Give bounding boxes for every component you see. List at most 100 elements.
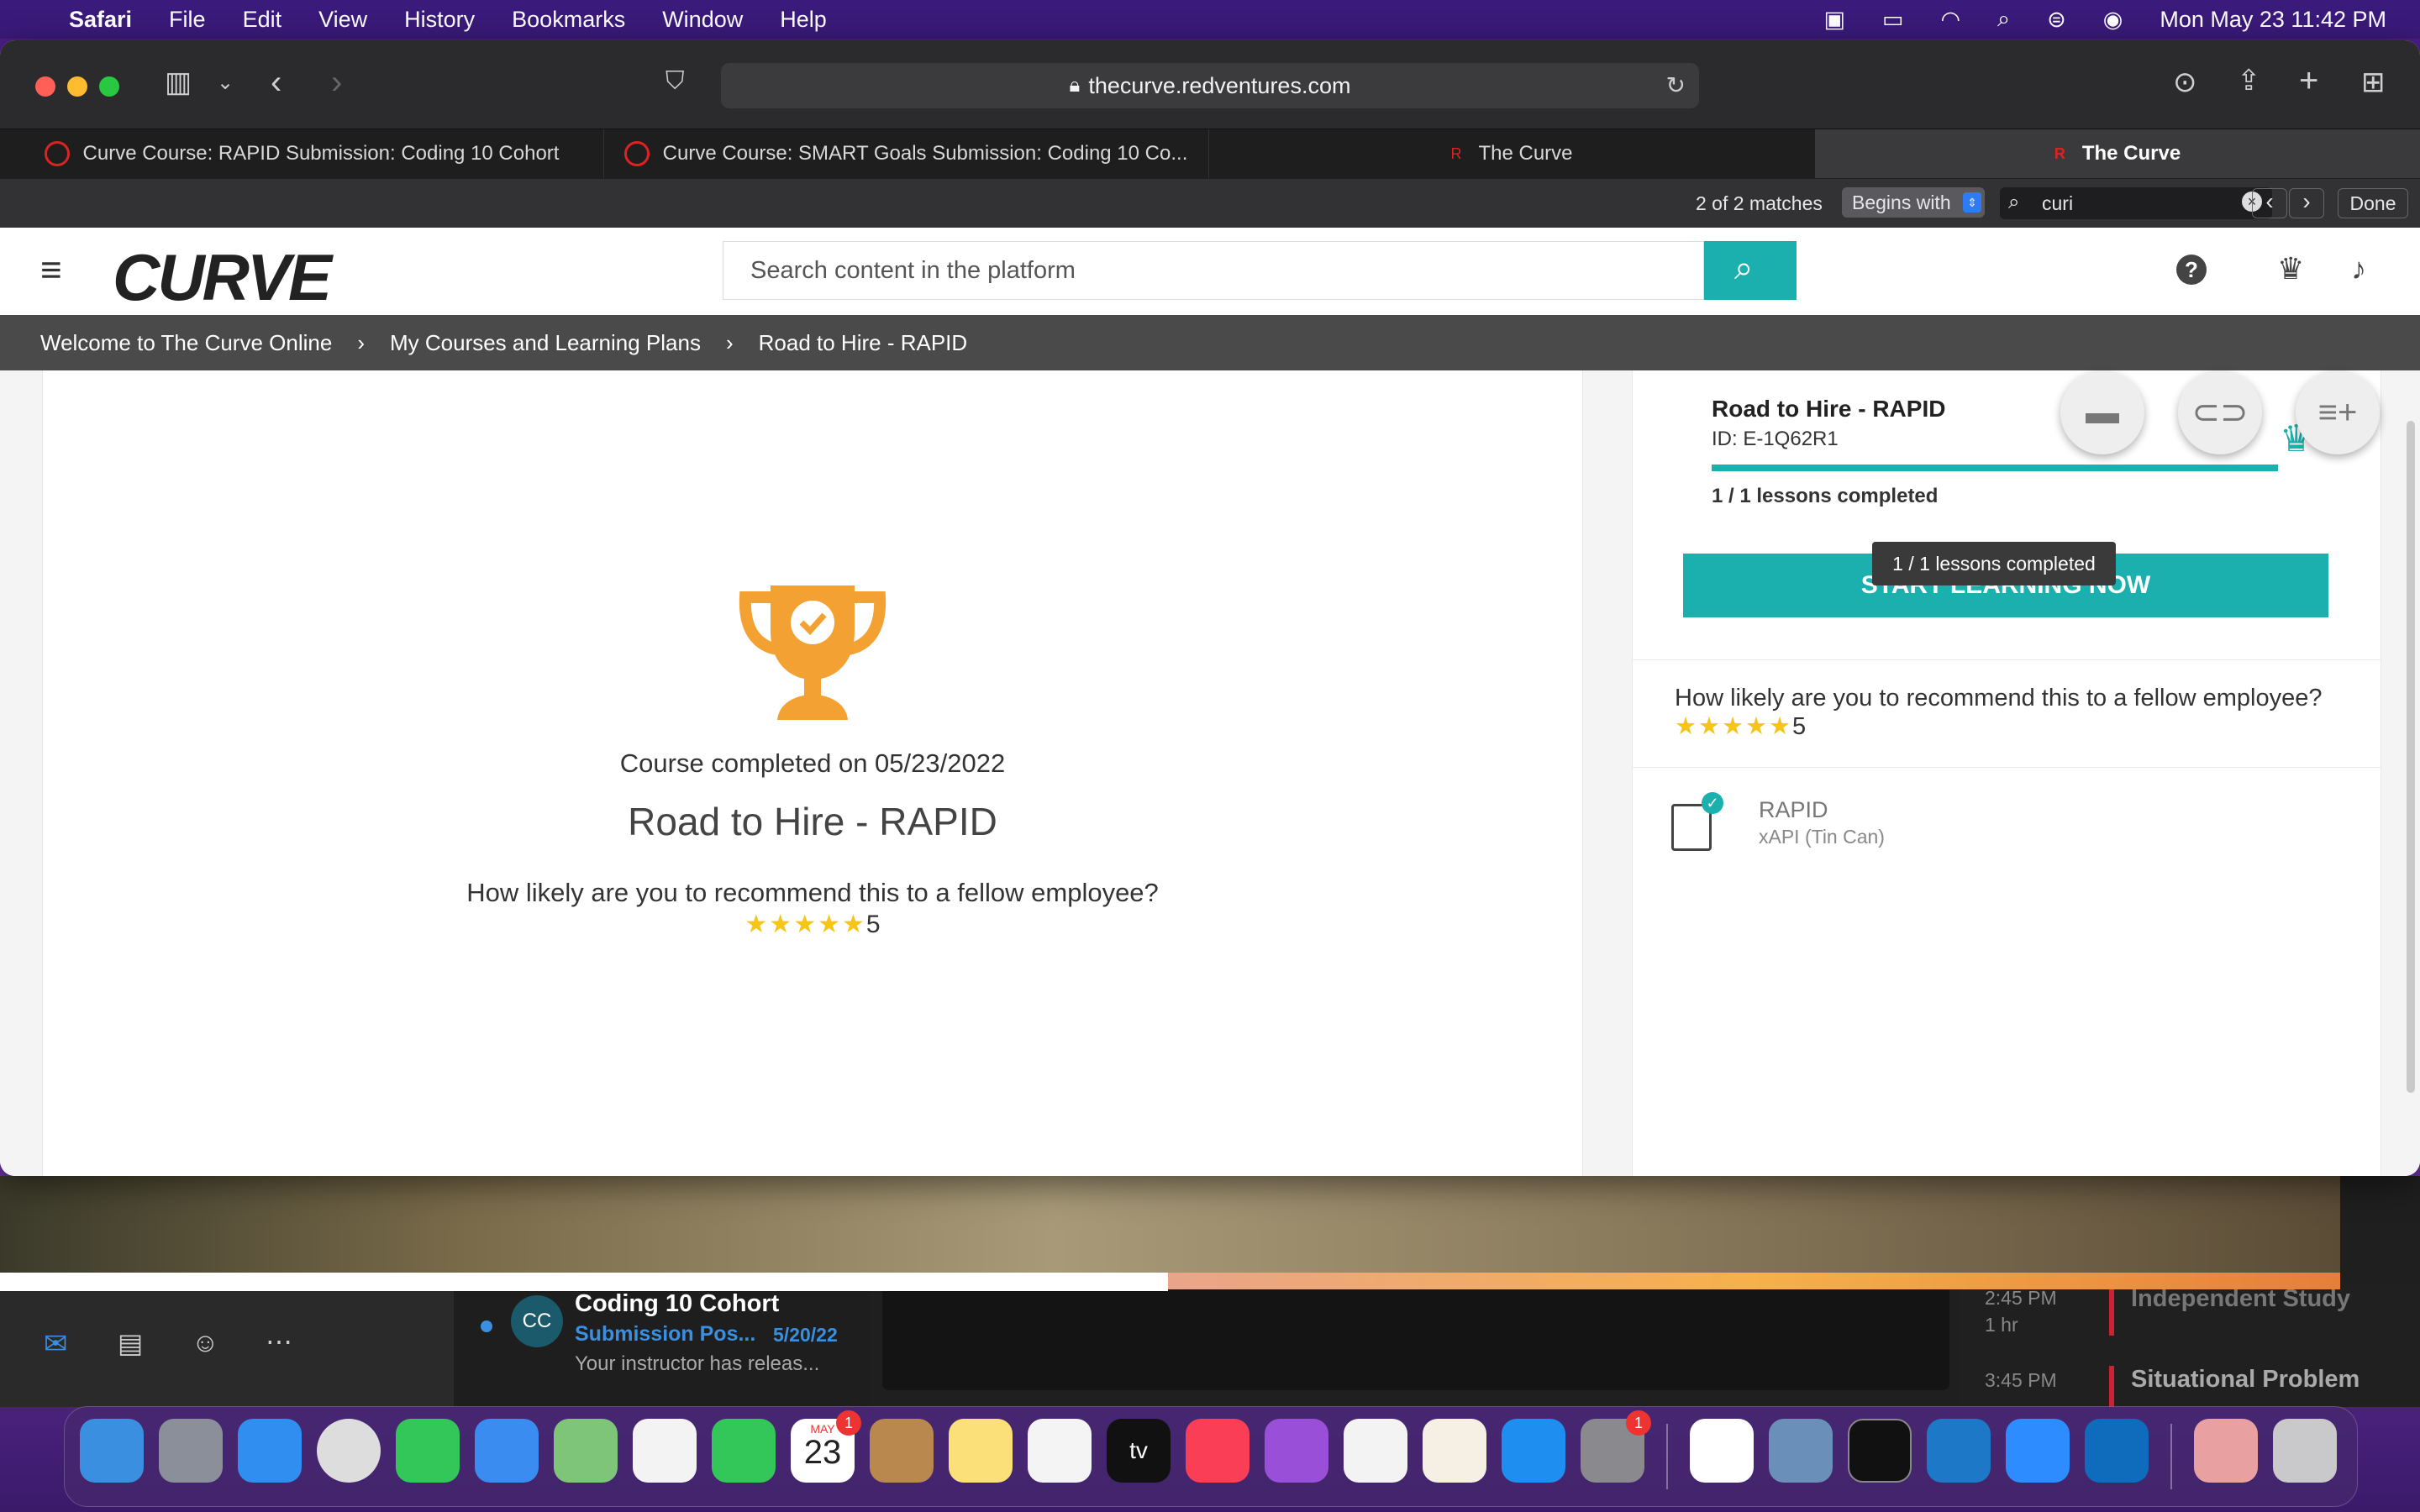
site-search-button[interactable]: ⌕ <box>1704 241 1797 300</box>
more-icon[interactable]: ⋯ <box>266 1326 292 1357</box>
safari-icon[interactable] <box>238 1419 302 1483</box>
star-rating[interactable]: ★★★★★ <box>744 911 865 938</box>
page-scrollbar[interactable] <box>2407 421 2415 1093</box>
share-icon[interactable]: ⇪ <box>2237 64 2261 97</box>
curve-favicon-icon <box>623 141 650 166</box>
menu-history[interactable]: History <box>404 7 475 33</box>
people-icon[interactable]: ☺ <box>192 1327 219 1358</box>
reload-icon[interactable]: ↻ <box>1666 71 1686 99</box>
curve-logo[interactable]: CURVE <box>113 239 332 316</box>
slack-icon[interactable] <box>1690 1419 1754 1483</box>
bell-icon[interactable]: ♪ <box>2351 251 2366 286</box>
calendar-pane: 2:45 PM 1 hr Independent Study 3:45 PM S… <box>1958 1285 2420 1407</box>
vscode-icon[interactable] <box>1927 1419 1991 1483</box>
menu-help[interactable]: Help <box>780 7 827 33</box>
photos-icon[interactable] <box>633 1419 697 1483</box>
tab-rapid-submission[interactable]: Curve Course: RAPID Submission: Coding 1… <box>0 129 604 178</box>
hamburger-menu-icon[interactable]: ≡ <box>40 249 62 291</box>
preview-icon[interactable] <box>1769 1419 1833 1483</box>
launchpad-icon[interactable] <box>159 1419 223 1483</box>
menu-view[interactable]: View <box>318 7 367 33</box>
course-title: Road to Hire - RAPID <box>628 800 997 843</box>
menu-bookmarks[interactable]: Bookmarks <box>512 7 625 33</box>
finder-icon[interactable] <box>80 1419 144 1483</box>
sidebar-star-rating[interactable]: ★★★★★ <box>1675 713 1792 740</box>
sidebar-recommend-question: How likely are you to recommend this to … <box>1675 685 2323 711</box>
menu-app-name[interactable]: Safari <box>69 7 132 33</box>
trash-icon[interactable] <box>2273 1419 2337 1483</box>
forward-icon[interactable]: › <box>331 64 342 102</box>
minimize-window-button[interactable] <box>67 76 87 97</box>
menu-window[interactable]: Window <box>662 7 743 33</box>
site-search-input[interactable]: Search content in the platform <box>723 241 1704 300</box>
contacts-icon[interactable] <box>870 1419 934 1483</box>
tab-label: The Curve <box>1478 142 1573 165</box>
lesson-name[interactable]: RAPID <box>1759 797 1828 823</box>
maps-icon[interactable] <box>554 1419 618 1483</box>
message-subject[interactable]: Submission Pos... <box>575 1322 755 1347</box>
spotlight-icon[interactable]: ⌕ <box>1997 6 2010 33</box>
wifi-icon[interactable]: ◠ <box>1940 7 1960 33</box>
sidebar-toggle-icon[interactable]: ▥ <box>165 66 192 99</box>
outlook-icon[interactable] <box>2085 1419 2149 1483</box>
downloads-icon[interactable]: ⊙ <box>2173 66 2197 99</box>
divider <box>1633 659 2381 660</box>
stepper-icon: ⇕ <box>1963 192 1981 213</box>
notes-icon[interactable] <box>949 1419 1013 1483</box>
chevron-down-icon[interactable]: ⌄ <box>217 71 234 95</box>
podcasts-icon[interactable] <box>1265 1419 1328 1483</box>
calendar-app-icon[interactable]: MAY 23 1 <box>791 1410 861 1483</box>
menu-clock[interactable]: Mon May 23 11:42 PM <box>2160 7 2386 33</box>
tab-overview-icon[interactable]: ⊞ <box>2361 66 2386 99</box>
cal-event-2[interactable]: Situational Problem <box>2131 1366 2360 1394</box>
back-icon[interactable]: ‹ <box>271 64 281 102</box>
new-tab-icon[interactable]: + <box>2299 62 2318 100</box>
pages-icon[interactable] <box>1423 1419 1486 1483</box>
add-to-playlist-button[interactable]: ≡+ <box>2296 370 2380 454</box>
control-center-icon[interactable]: ⊜ <box>2047 7 2066 33</box>
chrome-icon[interactable] <box>317 1419 381 1483</box>
trophy-icon[interactable]: ♛ <box>2277 251 2304 286</box>
calendar-icon[interactable]: ▤ <box>118 1327 143 1359</box>
find-next-icon[interactable]: › <box>2289 188 2324 218</box>
course-completion-panel: Course completed on 05/23/2022 Road to H… <box>42 370 1583 1176</box>
close-window-button[interactable] <box>35 76 55 97</box>
breadcrumb-my-courses[interactable]: My Courses and Learning Plans <box>390 330 701 356</box>
reminders-icon[interactable] <box>1028 1419 1092 1483</box>
news-icon[interactable] <box>1344 1419 1407 1483</box>
privacy-shield-icon[interactable]: ⛉ <box>666 67 685 96</box>
terminal-icon[interactable] <box>1848 1419 1912 1483</box>
system-preferences-icon[interactable]: 1 <box>1581 1410 1651 1483</box>
breadcrumb-home[interactable]: Welcome to The Curve Online <box>40 330 332 356</box>
tab-smart-goals[interactable]: Curve Course: SMART Goals Submission: Co… <box>603 129 1209 178</box>
find-previous-icon[interactable]: ‹ <box>2252 188 2287 218</box>
video-button[interactable]: ▬ <box>2060 370 2144 454</box>
address-bar[interactable]: 🔒︎ thecurve.redventures.com ↻ <box>721 63 1699 108</box>
mail-icon[interactable]: ✉ <box>44 1327 68 1361</box>
camera-status-icon[interactable]: ▣ <box>1823 7 1845 33</box>
facetime-icon[interactable] <box>712 1419 776 1483</box>
copy-link-button[interactable]: ⊂⊃ <box>2178 370 2262 454</box>
sender-name[interactable]: Coding 10 Cohort <box>575 1290 779 1318</box>
battery-icon[interactable]: ▭ <box>1882 7 1904 33</box>
app-store-icon[interactable] <box>1502 1419 1565 1483</box>
music-icon[interactable] <box>1186 1419 1249 1483</box>
rating-row[interactable]: ★★★★★5 <box>43 910 1582 939</box>
zoom-icon[interactable] <box>2006 1419 2070 1483</box>
apple-tv-icon[interactable]: tv <box>1107 1419 1171 1483</box>
menu-file[interactable]: File <box>169 7 206 33</box>
messages-icon[interactable] <box>396 1419 460 1483</box>
find-done-button[interactable]: Done <box>2338 188 2408 218</box>
find-input[interactable]: ⌕ curi × <box>2000 187 2272 219</box>
siri-icon[interactable]: ◉ <box>2103 7 2123 33</box>
downloads-stack-icon[interactable] <box>2194 1419 2258 1483</box>
tab-the-curve[interactable]: R The Curve <box>1208 129 1816 178</box>
mail-app-icon[interactable] <box>475 1419 539 1483</box>
sidebar-rating-row[interactable]: ★★★★★5 <box>1675 711 1806 741</box>
help-icon[interactable]: ? <box>2176 255 2207 285</box>
zoom-window-button[interactable] <box>99 76 119 97</box>
menu-edit[interactable]: Edit <box>243 7 282 33</box>
find-mode-select[interactable]: Begins with ⇕ <box>1842 187 1985 218</box>
lock-icon: 🔒︎ <box>1069 74 1081 97</box>
tab-the-curve-active[interactable]: R The Curve <box>1815 129 2420 178</box>
